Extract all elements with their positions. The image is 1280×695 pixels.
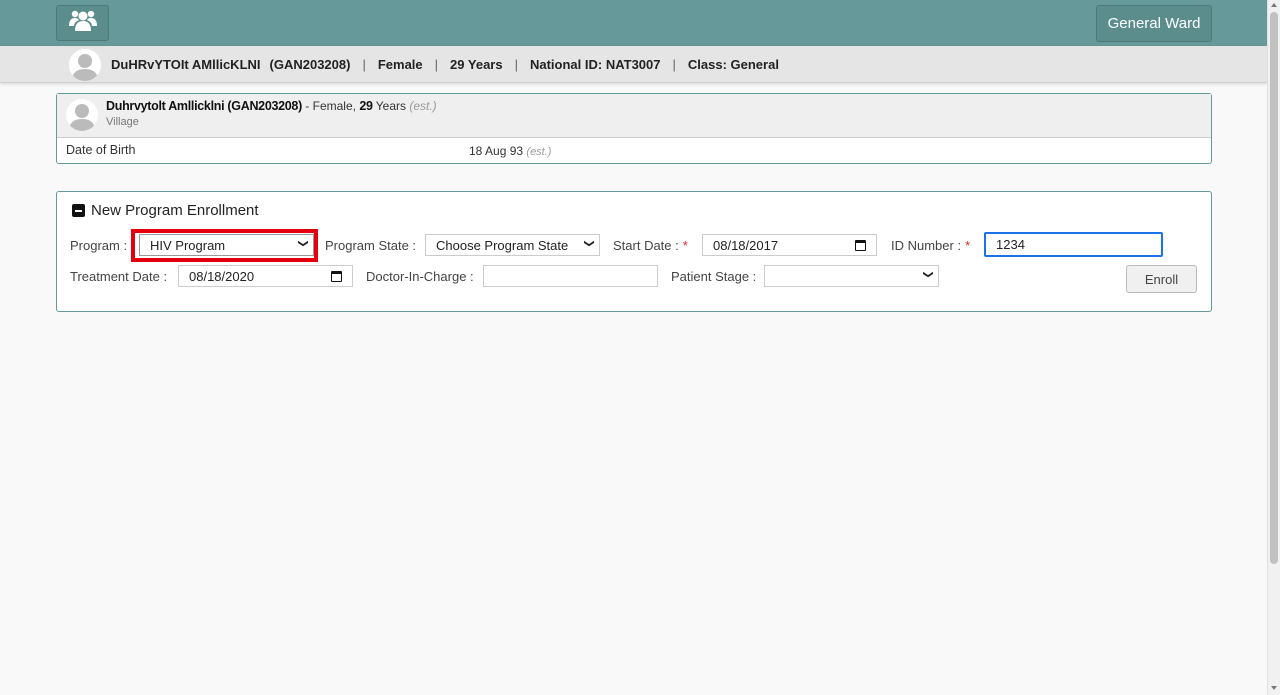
chevron-down-icon: ❯ — [583, 239, 595, 248]
enrollment-title[interactable]: New Program Enrollment — [72, 202, 259, 219]
patient-stage-select[interactable]: ❯ — [764, 265, 939, 287]
enrollment-title-text: New Program Enrollment — [91, 202, 259, 219]
group-icon — [68, 9, 98, 38]
collapse-icon[interactable] — [72, 204, 85, 217]
patient-info-header: Duhrvytolt Amllicklni (GAN203208) - Fema… — [57, 94, 1211, 138]
calendar-icon[interactable] — [855, 240, 866, 251]
required-marker: * — [965, 238, 971, 253]
treatment-date-value: 08/18/2020 — [189, 268, 255, 284]
program-state-value: Choose Program State — [436, 237, 569, 253]
doctor-in-charge-label: Doctor-In-Charge : — [366, 269, 474, 284]
vertical-scrollbar[interactable] — [1267, 0, 1280, 695]
ward-button[interactable]: General Ward — [1096, 5, 1212, 42]
patient-class: Class: General — [687, 57, 779, 72]
program-state-select[interactable]: Choose Program State ❯ — [425, 234, 600, 256]
patient-national-id: National ID: NAT3007 — [529, 57, 661, 72]
top-navigation-bar: General Ward — [0, 0, 1267, 46]
program-label: Program : — [70, 238, 128, 253]
id-number-value: 1234 — [996, 237, 1025, 252]
required-marker: * — [682, 238, 688, 253]
treatment-date-label: Treatment Date : — [70, 269, 168, 284]
divider: | — [362, 57, 366, 72]
patient-info-panel: Duhrvytolt Amllicklni (GAN203208) - Fema… — [56, 93, 1212, 164]
divider: | — [434, 57, 439, 72]
enroll-button[interactable]: Enroll — [1126, 265, 1197, 293]
program-state-label: Program State : — [325, 238, 417, 253]
scroll-down-icon[interactable] — [1271, 686, 1277, 690]
start-date-value: 08/18/2017 — [713, 237, 779, 253]
patient-info-gender: - Female, — [305, 99, 360, 113]
dob-est: (est.) — [526, 146, 552, 158]
patient-info-name: Duhrvytolt Amllicklni (GAN203208) — [106, 99, 302, 113]
patient-info-age-est: (est.) — [409, 99, 437, 113]
id-number-label: ID Number : * — [891, 238, 970, 253]
id-number-input[interactable]: 1234 — [984, 232, 1163, 257]
calendar-icon[interactable] — [331, 271, 342, 282]
start-date-label-text: Start Date : — [613, 238, 679, 253]
patient-info-avatar — [66, 99, 98, 131]
patient-age: 29 Years — [450, 57, 503, 72]
scrollbar-thumb[interactable] — [1270, 12, 1278, 564]
patient-gender: Female — [377, 57, 423, 72]
patient-name: DuHRvYTOIt AMllicKLNI — [111, 57, 261, 72]
patient-info-name-line: Duhrvytolt Amllicklni (GAN203208) - Fema… — [106, 99, 437, 113]
treatment-date-input[interactable]: 08/18/2020 — [178, 265, 353, 287]
patient-id: (GAN203208) — [269, 57, 351, 72]
scroll-up-icon[interactable] — [1271, 3, 1277, 7]
patient-header-bar: DuHRvYTOIt AMllicKLNI (GAN203208) | Fema… — [0, 46, 1267, 83]
patient-info-age-unit: Years — [372, 99, 410, 113]
doctor-in-charge-input[interactable] — [483, 265, 658, 287]
patient-info-village: Village — [106, 116, 139, 128]
divider: | — [672, 57, 676, 72]
start-date-input[interactable]: 08/18/2017 — [702, 234, 877, 256]
patient-info-age: 29 — [359, 99, 373, 113]
program-select-highlight — [131, 229, 318, 262]
patient-stage-label: Patient Stage : — [671, 269, 757, 284]
home-button[interactable] — [56, 5, 109, 41]
dob-row: Date of Birth 18 Aug 93 (est.) — [57, 138, 1211, 164]
dob-label: Date of Birth — [66, 143, 136, 157]
chevron-down-icon: ❯ — [922, 270, 934, 279]
dob-value-line: 18 Aug 93 (est.) — [469, 144, 551, 158]
patient-summary: DuHRvYTOIt AMllicKLNI (GAN203208) | Fema… — [111, 46, 779, 83]
id-number-label-text: ID Number : — [891, 238, 962, 253]
dob-value: 18 Aug 93 — [469, 144, 524, 158]
start-date-label: Start Date : * — [613, 238, 688, 253]
divider: | — [514, 57, 518, 72]
patient-avatar — [69, 49, 101, 81]
